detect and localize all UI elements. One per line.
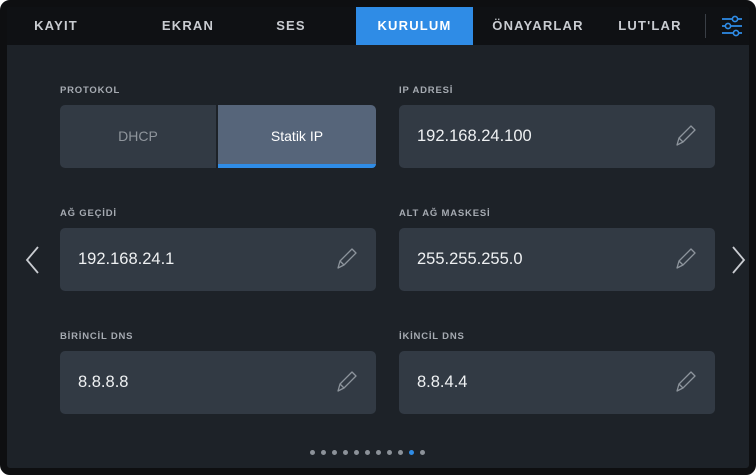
page-dot bbox=[387, 450, 392, 455]
gateway-label: AĞ GEÇİDİ bbox=[60, 208, 117, 219]
tab-divider bbox=[705, 14, 706, 38]
pencil-icon bbox=[337, 248, 357, 269]
page-dot bbox=[365, 450, 370, 455]
camera-setup-screen: KAYIT EKRAN SES KURULUM ÖNAYARLAR LUT'LA… bbox=[0, 0, 756, 475]
tab-bar: KAYIT EKRAN SES KURULUM ÖNAYARLAR LUT'LA… bbox=[7, 7, 749, 45]
ip-address-value: 192.168.24.100 bbox=[417, 127, 532, 145]
page-dot bbox=[332, 450, 337, 455]
subnet-mask-field[interactable]: 255.255.255.0 bbox=[399, 228, 715, 291]
page-dot bbox=[354, 450, 359, 455]
page-dot bbox=[310, 450, 315, 455]
tab-setup[interactable]: KURULUM bbox=[356, 7, 473, 45]
secondary-dns-value: 8.8.4.4 bbox=[417, 373, 468, 391]
tab-luts[interactable]: LUT'LAR bbox=[605, 7, 695, 45]
tab-record[interactable]: KAYIT bbox=[7, 7, 105, 45]
protocol-label: PROTOKOL bbox=[60, 85, 121, 96]
primary-dns-label: BİRİNCİL DNS bbox=[60, 331, 134, 342]
pencil-icon bbox=[676, 248, 696, 269]
page-dot bbox=[398, 450, 403, 455]
previous-page-arrow-icon[interactable] bbox=[23, 244, 43, 276]
gateway-field[interactable]: 192.168.24.1 bbox=[60, 228, 376, 291]
page-dot bbox=[409, 450, 414, 455]
ip-address-label: IP ADRESİ bbox=[399, 85, 454, 96]
primary-dns-value: 8.8.8.8 bbox=[78, 373, 129, 391]
tab-audio[interactable]: SES bbox=[247, 7, 335, 45]
sliders-icon[interactable] bbox=[721, 15, 743, 37]
selected-indicator bbox=[218, 164, 376, 168]
page-dot bbox=[321, 450, 326, 455]
next-page-arrow-icon[interactable] bbox=[728, 244, 748, 276]
page-dot bbox=[420, 450, 425, 455]
dhcp-option-button[interactable]: DHCP bbox=[60, 105, 216, 168]
secondary-dns-label: İKİNCİL DNS bbox=[399, 331, 465, 342]
gateway-value: 192.168.24.1 bbox=[78, 250, 175, 268]
tab-presets[interactable]: ÖNAYARLAR bbox=[477, 7, 599, 45]
static-ip-option-button[interactable]: Statik IP bbox=[218, 105, 376, 168]
pencil-icon bbox=[676, 371, 696, 392]
pencil-icon bbox=[337, 371, 357, 392]
page-dot bbox=[343, 450, 348, 455]
secondary-dns-field[interactable]: 8.8.4.4 bbox=[399, 351, 715, 414]
protocol-selector: DHCP Statik IP bbox=[60, 105, 376, 168]
pencil-icon bbox=[676, 125, 696, 146]
subnet-mask-value: 255.255.255.0 bbox=[417, 250, 523, 268]
page-dot bbox=[376, 450, 381, 455]
subnet-mask-label: ALT AĞ MASKESİ bbox=[399, 208, 491, 219]
static-ip-option-label: Statik IP bbox=[270, 128, 324, 144]
primary-dns-field[interactable]: 8.8.8.8 bbox=[60, 351, 376, 414]
ip-address-field[interactable]: 192.168.24.100 bbox=[399, 105, 715, 168]
tab-monitor[interactable]: EKRAN bbox=[139, 7, 237, 45]
